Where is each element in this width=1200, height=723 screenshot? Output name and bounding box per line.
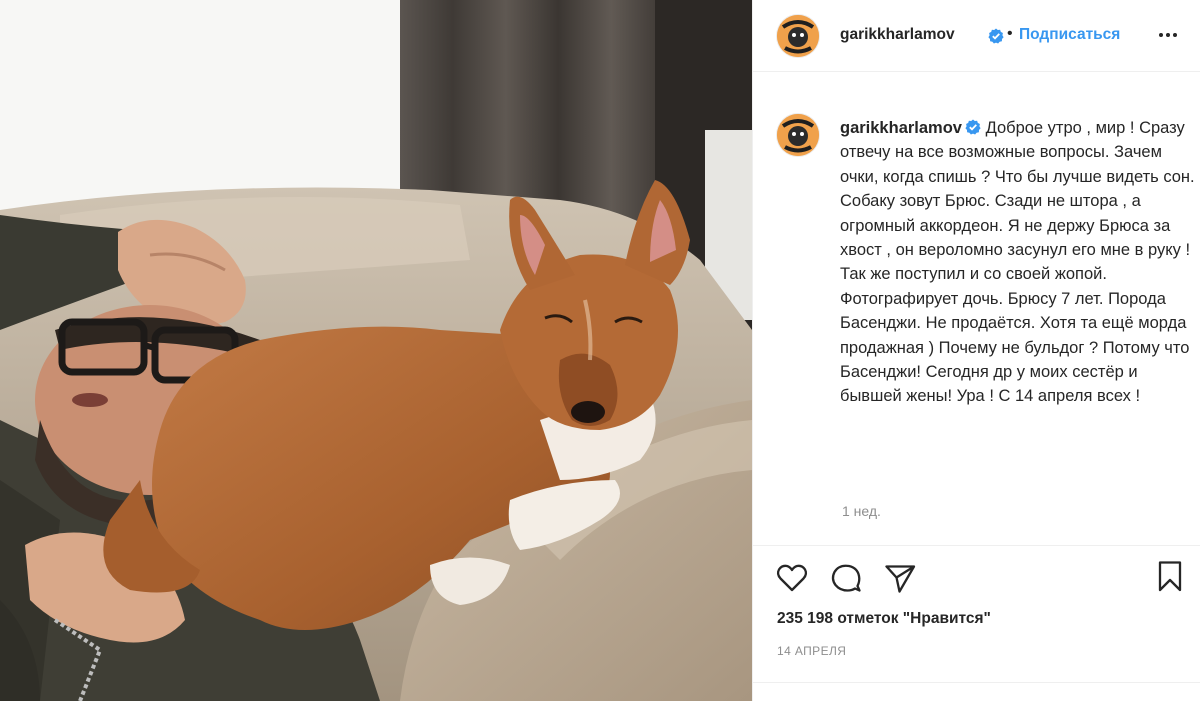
username-link[interactable]: garikkharlamov	[840, 26, 955, 44]
photo-illustration	[0, 0, 752, 701]
follow-button[interactable]: Подписаться	[1019, 26, 1120, 44]
heart-icon[interactable]	[775, 561, 809, 595]
post-photo[interactable]	[0, 0, 752, 701]
caption-username-link[interactable]: garikkharlamov	[840, 119, 962, 137]
user-avatar[interactable]	[777, 15, 819, 57]
verified-badge-icon	[988, 28, 1004, 44]
caption-body: Доброе утро , мир ! Сразу отвечу на все …	[840, 119, 1195, 406]
paper-plane-icon[interactable]	[883, 561, 917, 595]
more-options-icon[interactable]	[1157, 20, 1179, 50]
verified-badge-icon	[965, 119, 981, 135]
separator-dot: •	[1007, 25, 1013, 42]
comment-icon[interactable]	[829, 561, 863, 595]
bookmark-icon[interactable]	[1153, 559, 1187, 593]
likes-count[interactable]: 235 198 отметок "Нравится"	[777, 610, 991, 628]
time-ago: 1 нед.	[842, 503, 881, 519]
post-sidebar: garikkharlamov • Подписаться garikkharla…	[752, 0, 1200, 701]
post-actions: 235 198 отметок "Нравится" 14 АПРЕЛЯ	[753, 545, 1200, 665]
caption-text: garikkharlamov Доброе утро , мир ! Сразу…	[840, 116, 1198, 409]
post-date: 14 АПРЕЛЯ	[777, 644, 847, 658]
caption-avatar[interactable]	[777, 114, 819, 156]
instagram-post: garikkharlamov • Подписаться garikkharla…	[0, 0, 1200, 701]
bulldog-logo-icon	[777, 15, 819, 57]
add-comment-bar[interactable]	[753, 682, 1200, 723]
post-header: garikkharlamov • Подписаться	[753, 0, 1200, 72]
bulldog-logo-icon	[777, 114, 819, 156]
